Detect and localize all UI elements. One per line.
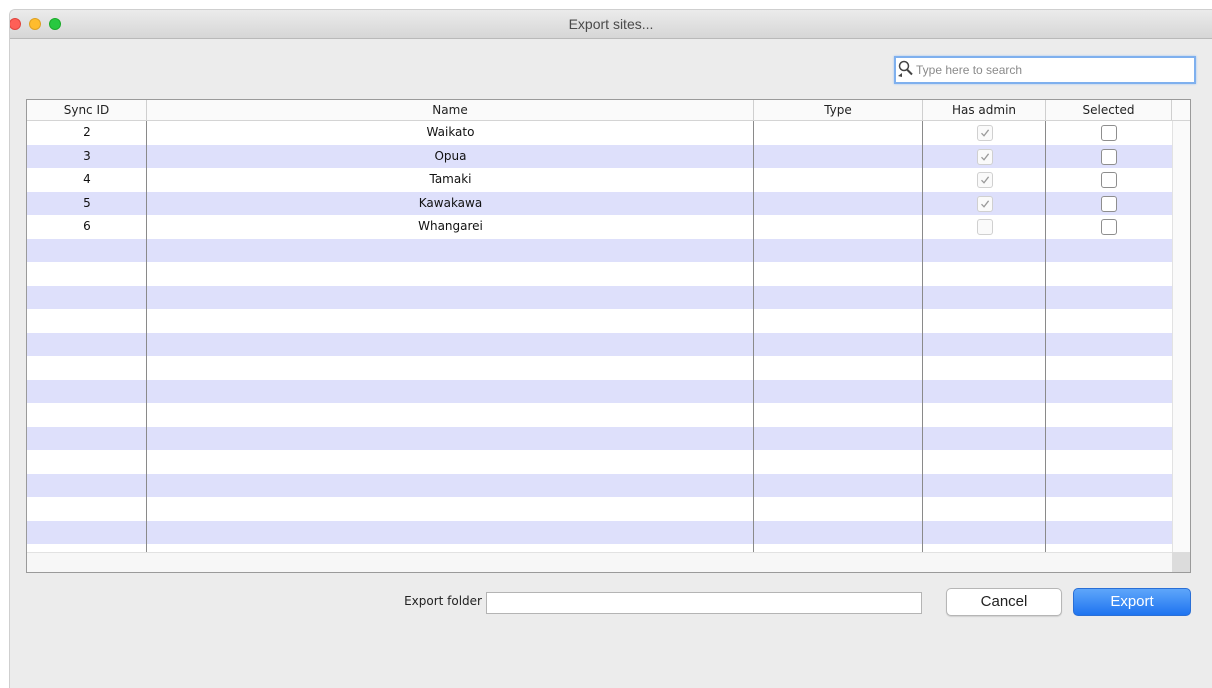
empty-table-row xyxy=(27,426,1172,450)
search-box[interactable] xyxy=(894,56,1196,84)
type-cell xyxy=(754,168,923,192)
column-header-selected[interactable]: Selected xyxy=(1046,100,1172,120)
empty-table-row xyxy=(27,450,1172,474)
table-row[interactable]: 5 Kawakawa xyxy=(27,191,1172,216)
name-cell: Whangarei xyxy=(418,219,483,233)
name-cell: Tamaki xyxy=(429,172,472,186)
sync-id-cell: 6 xyxy=(83,219,91,233)
empty-table-row xyxy=(27,544,1172,552)
table-body: 2 Waikato 3 Opua 4 Tamaki 5 Kawakawa 6 Whangarei xyxy=(27,121,1172,552)
column-header-type[interactable]: Type xyxy=(754,100,923,120)
empty-table-row xyxy=(27,332,1172,356)
has-admin-checkbox xyxy=(976,195,993,212)
empty-table-row xyxy=(27,285,1172,309)
column-divider xyxy=(753,121,754,552)
sites-table: Sync ID Name Type Has admin Selected 2 Wa… xyxy=(26,99,1191,573)
sync-id-cell: 5 xyxy=(83,195,91,210)
type-cell xyxy=(754,121,923,145)
scroll-corner xyxy=(1172,552,1190,572)
type-cell xyxy=(754,215,923,239)
title-bar[interactable]: Export sites... xyxy=(10,10,1212,39)
sync-id-cell: 2 xyxy=(83,125,91,139)
empty-table-row xyxy=(27,238,1172,262)
export-sites-window: Export sites... Sync ID Name Type Has ad… xyxy=(9,9,1212,688)
selected-checkbox[interactable] xyxy=(1101,125,1117,141)
has-admin-checkbox xyxy=(976,125,993,141)
column-header-sync-id[interactable]: Sync ID xyxy=(27,100,147,120)
selected-checkbox[interactable] xyxy=(1101,172,1117,188)
has-admin-checkbox xyxy=(976,148,993,165)
type-cell xyxy=(754,192,923,216)
export-folder-input[interactable] xyxy=(486,592,922,614)
empty-table-row xyxy=(27,403,1172,427)
has-admin-checkbox xyxy=(976,172,993,188)
selected-checkbox[interactable] xyxy=(1101,195,1117,212)
horizontal-scrollbar[interactable] xyxy=(27,552,1172,572)
empty-table-row xyxy=(27,497,1172,521)
empty-table-row xyxy=(27,309,1172,333)
empty-table-row xyxy=(27,473,1172,497)
empty-table-row xyxy=(27,379,1172,403)
empty-table-row xyxy=(27,356,1172,380)
search-icon xyxy=(898,60,914,78)
cancel-button[interactable]: Cancel xyxy=(946,588,1062,616)
table-row[interactable]: 6 Whangarei xyxy=(27,215,1172,239)
name-cell: Waikato xyxy=(426,125,475,139)
column-divider xyxy=(1045,121,1046,552)
column-divider xyxy=(146,121,147,552)
sync-id-cell: 4 xyxy=(83,172,91,186)
table-row[interactable]: 3 Opua xyxy=(27,144,1172,169)
vertical-scrollbar[interactable] xyxy=(1172,121,1190,552)
window-title: Export sites... xyxy=(568,16,654,32)
table-header: Sync ID Name Type Has admin Selected xyxy=(27,100,1190,121)
table-row[interactable]: 2 Waikato xyxy=(27,121,1172,145)
empty-table-row xyxy=(27,262,1172,286)
search-input[interactable] xyxy=(916,60,1186,80)
column-divider xyxy=(922,121,923,552)
column-header-name[interactable]: Name xyxy=(147,100,754,120)
export-folder-label: Export folder xyxy=(404,594,482,608)
selected-checkbox[interactable] xyxy=(1101,219,1117,235)
name-cell: Opua xyxy=(434,148,467,163)
has-admin-checkbox xyxy=(976,219,993,235)
selected-checkbox[interactable] xyxy=(1101,148,1117,165)
export-button[interactable]: Export xyxy=(1073,588,1191,616)
empty-table-row xyxy=(27,520,1172,544)
column-header-has-admin[interactable]: Has admin xyxy=(923,100,1046,120)
table-row[interactable]: 4 Tamaki xyxy=(27,168,1172,192)
type-cell xyxy=(754,145,923,169)
sync-id-cell: 3 xyxy=(83,148,91,163)
name-cell: Kawakawa xyxy=(418,195,483,210)
